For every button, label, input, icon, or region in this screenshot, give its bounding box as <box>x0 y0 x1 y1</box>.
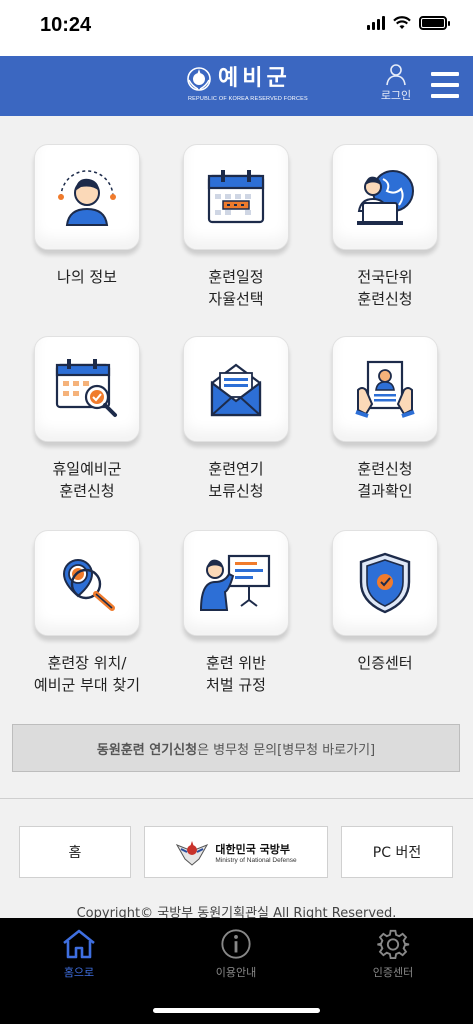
shield-check-icon <box>359 552 411 614</box>
menu-item-schedule[interactable]: 훈련일정 자율선택 <box>161 144 311 310</box>
menu-item-location[interactable]: 훈련장 위치/ 예비군 부대 찾기 <box>12 530 162 696</box>
menu-item-box[interactable] <box>34 336 140 442</box>
menu-item-holiday[interactable]: 휴일예비군 훈련신청 <box>12 336 162 502</box>
app-logo[interactable]: 예비군 <box>186 66 291 92</box>
home-indicator <box>153 1008 320 1013</box>
menu-item-label: 전국단위 훈련신청 <box>357 268 413 308</box>
status-icons <box>367 16 450 30</box>
user-profile-icon <box>58 170 116 226</box>
notice-text: 은 병무청 문의[병무청 바로가기] <box>197 742 376 758</box>
menu-item-postpone[interactable]: 훈련연기 보류신청 <box>161 336 311 502</box>
mnd-emblem-icon <box>176 841 209 866</box>
document-result-icon <box>355 360 415 418</box>
pc-version-button[interactable]: PC 버전 <box>341 826 453 878</box>
menu-item-box[interactable] <box>34 144 140 250</box>
reserve-forces-emblem-icon <box>187 67 211 91</box>
mnd-title: 대한민국 국방부 <box>215 842 291 856</box>
app-header: 예비군 REPUBLIC OF KOREA RESERVED FORCES 로그… <box>0 56 473 116</box>
menu-item-box[interactable] <box>332 530 438 636</box>
menu-item-box[interactable] <box>332 336 438 442</box>
info-icon <box>221 929 251 959</box>
menu-item-label: 훈련 위반 처벌 규정 <box>206 654 266 694</box>
home-icon <box>63 929 95 959</box>
home-link-label: 홈 <box>68 845 82 861</box>
gear-icon <box>377 929 410 960</box>
menu-item-label: 훈련신청 결과확인 <box>357 460 413 500</box>
calendar-icon <box>207 170 265 224</box>
home-link-button[interactable]: 홈 <box>19 826 131 878</box>
tab-guide-label: 이용안내 <box>215 966 257 979</box>
menu-item-penalty[interactable]: 훈련 위반 처벌 규정 <box>161 530 311 696</box>
tab-certification-label: 인증센터 <box>372 966 414 979</box>
notice-bold-text: 동원훈련 연기신청 <box>96 742 198 758</box>
mnd-link-button[interactable]: 대한민국 국방부 Ministry of National Defense <box>144 826 328 878</box>
mnd-logo: 대한민국 국방부 Ministry of National Defense <box>175 837 297 867</box>
logo-subtitle: REPUBLIC OF KOREA RESERVED FORCES <box>188 96 308 102</box>
menu-item-label: 훈련일정 자율선택 <box>208 268 264 308</box>
menu-item-box[interactable] <box>183 336 289 442</box>
tab-guide[interactable]: 이용안내 <box>176 928 296 980</box>
mma-notice-link[interactable]: 동원훈련 연기신청 은 병무청 문의[병무청 바로가기] <box>12 724 460 772</box>
divider <box>0 798 473 799</box>
menu-item-box[interactable] <box>183 530 289 636</box>
mnd-subtitle: Ministry of National Defense <box>215 856 297 864</box>
hamburger-menu-icon[interactable] <box>431 72 459 98</box>
tab-home-label: 홈으로 <box>63 966 95 979</box>
login-label: 로그인 <box>380 89 412 102</box>
menu-item-nationwide[interactable]: 전국단위 훈련신청 <box>310 144 460 310</box>
logo-text: 예비군 <box>218 66 291 91</box>
menu-item-label: 나의 정보 <box>57 268 117 286</box>
menu-item-result[interactable]: 훈련신청 결과확인 <box>310 336 460 502</box>
status-bar: 10:24 <box>0 0 473 56</box>
menu-item-label: 휴일예비군 훈련신청 <box>52 460 122 500</box>
location-search-icon <box>62 559 115 611</box>
user-icon <box>386 64 406 86</box>
pc-version-label: PC 버전 <box>372 845 422 861</box>
menu-item-box[interactable] <box>183 144 289 250</box>
cellular-signal-icon <box>367 16 385 30</box>
tab-home[interactable]: 홈으로 <box>19 928 139 980</box>
status-time: 10:24 <box>40 14 92 36</box>
login-button[interactable]: 로그인 <box>376 62 416 103</box>
battery-icon <box>419 16 450 30</box>
menu-item-label: 훈련연기 보류신청 <box>208 460 264 500</box>
menu-item-box[interactable] <box>34 530 140 636</box>
tab-certification[interactable]: 인증센터 <box>333 928 453 980</box>
menu-item-label: 훈련장 위치/ 예비군 부대 찾기 <box>33 654 141 694</box>
menu-item-box[interactable] <box>332 144 438 250</box>
envelope-icon <box>210 363 262 417</box>
menu-item-my-info[interactable]: 나의 정보 <box>12 144 162 288</box>
calendar-check-icon <box>55 359 117 417</box>
footer-links: 홈 대한민국 국방부 Ministry of National Defense … <box>0 826 473 878</box>
globe-person-icon <box>357 170 414 225</box>
menu-item-certification[interactable]: 인증센터 <box>310 530 460 674</box>
wifi-icon <box>393 16 411 29</box>
menu-item-label: 인증센터 <box>357 654 413 672</box>
presentation-icon <box>199 554 271 611</box>
